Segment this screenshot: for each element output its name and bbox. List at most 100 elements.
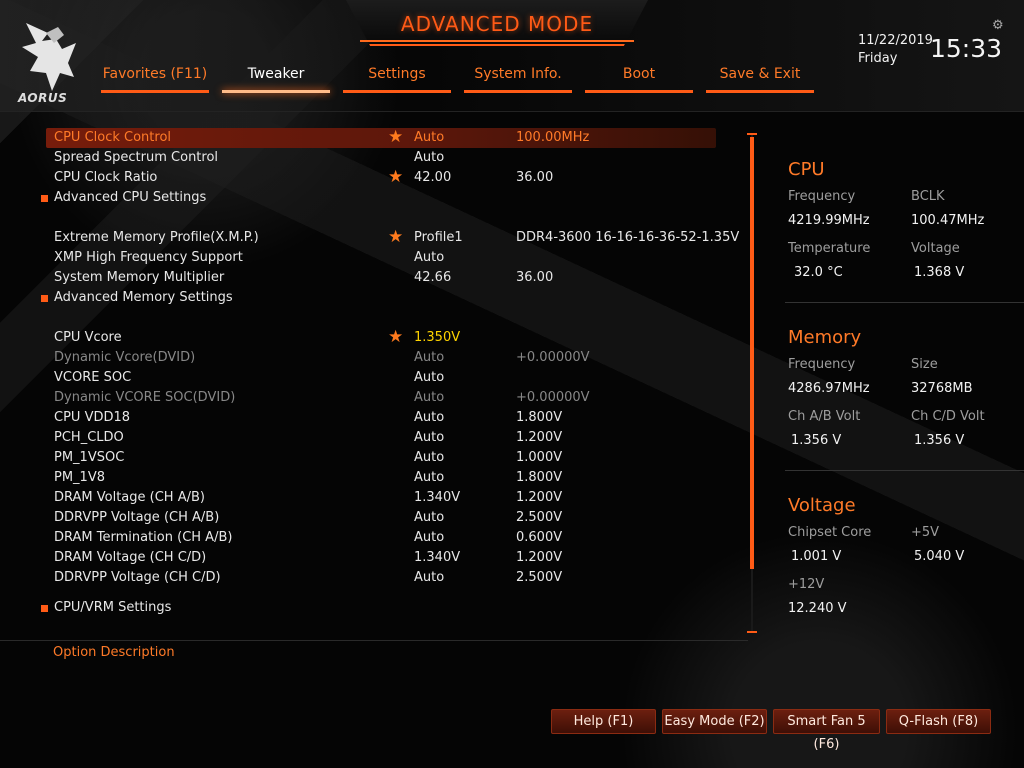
setting-row-pm-1vsoc[interactable]: PM_1VSOC Auto 1.000V — [46, 448, 716, 468]
gear-icon[interactable]: ⚙ — [992, 18, 1006, 33]
setting-value: Auto — [414, 250, 445, 265]
setting-secondary-value: 0.600V — [516, 530, 563, 545]
cpu-temperature-label: Temperature — [788, 241, 871, 256]
submenu-square-icon — [41, 605, 48, 612]
setting-row-cpu-vcore[interactable]: CPU Vcore ★ 1.350V — [46, 327, 716, 348]
setting-label: XMP High Frequency Support — [54, 250, 243, 265]
setting-row-advanced-cpu-settings[interactable]: Advanced CPU Settings — [41, 188, 716, 208]
setting-row-ddrvpp-voltage-ab[interactable]: DDRVPP Voltage (CH A/B) Auto 2.500V — [46, 508, 716, 528]
tab-label: Favorites (F11) — [102, 66, 208, 82]
memory-section-title: Memory — [788, 327, 862, 348]
tab-favorites[interactable]: Favorites (F11) — [101, 66, 209, 96]
help-button[interactable]: Help (F1) — [551, 709, 656, 734]
setting-secondary-value: 100.00MHz — [516, 130, 590, 145]
voltage-section-title: Voltage — [788, 495, 856, 516]
favorite-star-icon[interactable]: ★ — [388, 227, 403, 247]
memory-size-label: Size — [911, 357, 938, 372]
tab-label: Settings — [368, 66, 426, 82]
setting-value: Auto — [414, 530, 445, 545]
memory-size-value: 32768MB — [911, 381, 973, 396]
setting-value: Auto — [414, 350, 445, 365]
setting-value: 1.350V — [414, 330, 461, 345]
setting-secondary-value: 1.200V — [516, 430, 563, 445]
tab-system-info[interactable]: System Info. — [464, 66, 572, 96]
setting-label: CPU VDD18 — [54, 410, 131, 425]
setting-row-xmp[interactable]: Extreme Memory Profile(X.M.P.) ★ Profile… — [46, 227, 739, 248]
cpu-temperature-value: 32.0 °C — [794, 265, 843, 280]
setting-label: DRAM Voltage (CH A/B) — [54, 490, 205, 505]
setting-value: Auto — [414, 130, 445, 145]
tab-save-exit[interactable]: Save & Exit — [706, 66, 814, 96]
setting-row-dram-voltage-ab[interactable]: DRAM Voltage (CH A/B) 1.340V 1.200V — [46, 488, 716, 508]
setting-value: Auto — [414, 370, 445, 385]
tab-label: System Info. — [474, 66, 562, 82]
setting-row-xmp-high-frequency[interactable]: XMP High Frequency Support Auto — [46, 248, 716, 268]
tab-label: Save & Exit — [719, 66, 801, 82]
cpu-divider — [785, 302, 1024, 303]
setting-row-cpu-vrm-settings[interactable]: CPU/VRM Settings — [41, 598, 716, 618]
setting-secondary-value: 2.500V — [516, 510, 563, 525]
tab-underline — [585, 90, 693, 93]
plus12v-label: +12V — [788, 577, 825, 592]
easy-mode-button[interactable]: Easy Mode (F2) — [662, 709, 767, 734]
setting-value: Auto — [414, 510, 445, 525]
setting-row-pm-1v8[interactable]: PM_1V8 Auto 1.800V — [46, 468, 716, 488]
setting-value: Auto — [414, 470, 445, 485]
tab-tweaker[interactable]: Tweaker — [222, 66, 330, 96]
setting-row-system-memory-multiplier[interactable]: System Memory Multiplier 42.66 36.00 — [46, 268, 716, 288]
setting-row-dynamic-vcore[interactable]: Dynamic Vcore(DVID) Auto +0.00000V — [46, 348, 716, 368]
setting-value: Auto — [414, 430, 445, 445]
setting-label: CPU Clock Ratio — [54, 170, 158, 185]
setting-row-dram-termination-ab[interactable]: DRAM Termination (CH A/B) Auto 0.600V — [46, 528, 716, 548]
setting-row-dynamic-vcore-soc[interactable]: Dynamic VCORE SOC(DVID) Auto +0.00000V — [46, 388, 716, 408]
day-display: Friday — [858, 51, 898, 66]
setting-row-cpu-vdd18[interactable]: CPU VDD18 Auto 1.800V — [46, 408, 716, 428]
cpu-frequency-value: 4219.99MHz — [788, 213, 870, 228]
setting-row-cpu-clock-ratio[interactable]: CPU Clock Ratio ★ 42.00 36.00 — [46, 167, 716, 188]
tab-boot[interactable]: Boot — [585, 66, 693, 96]
setting-value: Auto — [414, 450, 445, 465]
setting-row-dram-voltage-cd[interactable]: DRAM Voltage (CH C/D) 1.340V 1.200V — [46, 548, 716, 568]
smart-fan-button[interactable]: Smart Fan 5 (F6) — [773, 709, 880, 752]
setting-label: Dynamic Vcore(DVID) — [54, 350, 196, 365]
setting-label: DDRVPP Voltage (CH A/B) — [54, 510, 220, 525]
setting-value: 1.340V — [414, 550, 461, 565]
setting-row-advanced-memory-settings[interactable]: Advanced Memory Settings — [41, 288, 716, 308]
setting-label: DDRVPP Voltage (CH C/D) — [54, 570, 221, 585]
setting-value: Auto — [414, 570, 445, 585]
favorite-star-icon[interactable]: ★ — [388, 167, 403, 187]
title-glow — [360, 40, 634, 42]
setting-row-pch-cldo[interactable]: PCH_CLDO Auto 1.200V — [46, 428, 716, 448]
favorite-star-icon[interactable]: ★ — [388, 327, 403, 347]
setting-value: 1.340V — [414, 490, 461, 505]
setting-secondary-value: 36.00 — [516, 270, 554, 285]
memory-frequency-value: 4286.97MHz — [788, 381, 870, 396]
setting-row-vcore-soc[interactable]: VCORE SOC Auto — [46, 368, 716, 388]
setting-secondary-value: 1.800V — [516, 470, 563, 485]
memory-ch-cd-label: Ch C/D Volt — [911, 409, 985, 424]
setting-label: CPU/VRM Settings — [54, 600, 172, 615]
setting-row-ddrvpp-voltage-cd[interactable]: DDRVPP Voltage (CH C/D) Auto 2.500V — [46, 568, 716, 588]
setting-row-cpu-clock-control[interactable]: CPU Clock Control ★ Auto 100.00MHz — [46, 127, 716, 148]
chipset-core-value: 1.001 V — [791, 549, 842, 564]
setting-label: CPU Clock Control — [54, 130, 172, 145]
scrollbar-thumb[interactable] — [750, 137, 754, 569]
logo-text: AORUS — [18, 91, 68, 105]
setting-secondary-value: +0.00000V — [516, 350, 590, 365]
tab-settings[interactable]: Settings — [343, 66, 451, 96]
q-flash-button[interactable]: Q-Flash (F8) — [886, 709, 991, 734]
setting-label: Extreme Memory Profile(X.M.P.) — [54, 230, 259, 245]
cpu-bclk-label: BCLK — [911, 189, 945, 204]
setting-label: Spread Spectrum Control — [54, 150, 219, 165]
aorus-logo — [18, 15, 86, 103]
setting-value: Auto — [414, 410, 445, 425]
setting-row-spread-spectrum-control[interactable]: Spread Spectrum Control Auto — [46, 148, 716, 168]
chipset-core-label: Chipset Core — [788, 525, 872, 540]
settings-scrollbar[interactable] — [747, 133, 757, 633]
setting-label: CPU Vcore — [54, 330, 122, 345]
favorite-star-icon[interactable]: ★ — [388, 127, 403, 147]
tab-label: Boot — [622, 66, 656, 82]
setting-label: PM_1V8 — [54, 470, 105, 485]
setting-secondary-value: 1.000V — [516, 450, 563, 465]
tab-label: Tweaker — [247, 66, 305, 82]
